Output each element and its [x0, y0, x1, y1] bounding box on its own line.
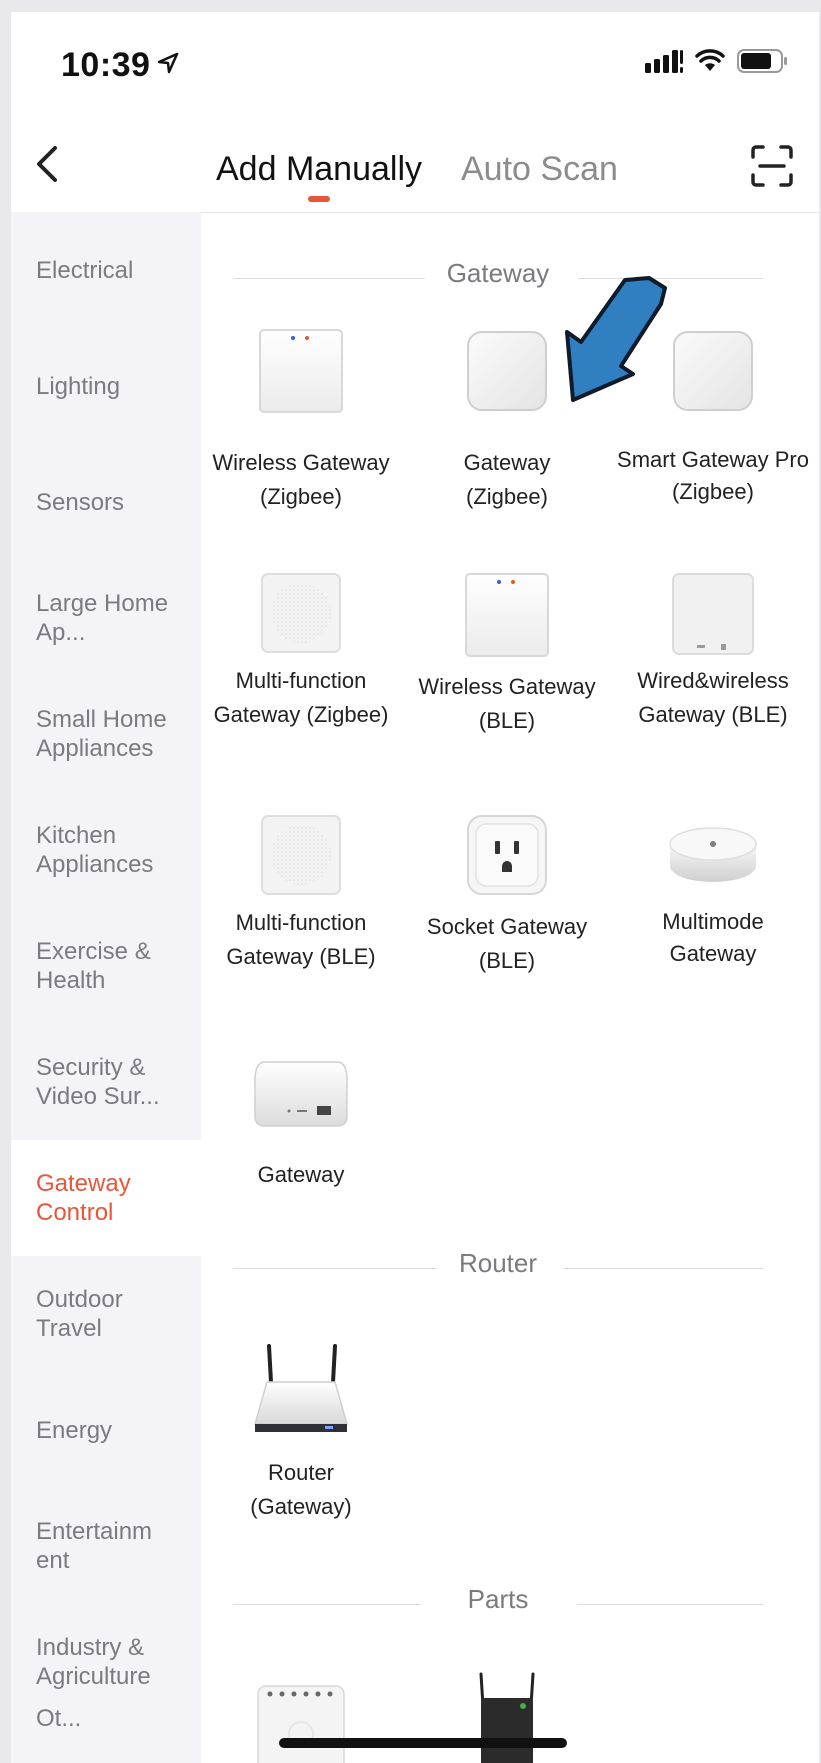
device-label-tile: Multi-function Gateway (BLE) — [201, 906, 401, 1016]
device-label-tile: Wireless Gateway (Zigbee) — [201, 446, 401, 526]
device-label-tile: Wired&wireless Gateway (BLE) — [613, 664, 813, 774]
sidebar-item-sensors[interactable]: Sensors — [11, 444, 201, 560]
device-name: Gateway — [257, 1162, 345, 1187]
sidebar-item-gateway-control[interactable]: Gateway Control — [11, 1140, 201, 1256]
device-label-tile: Socket Gateway (BLE) — [407, 910, 607, 990]
device-tile[interactable] — [613, 572, 813, 672]
device-label-tile: Smart Gateway Pro (Zigbee) — [613, 444, 813, 508]
sidebar-item-industry-agriculture[interactable]: Industry & Agriculture — [11, 1604, 201, 1720]
device-name: Multi-function Gateway (BLE) — [226, 910, 376, 969]
sidebar-item-small-home-appliances[interactable]: Small Home Appliances — [11, 676, 201, 792]
speaker-gateway-icon — [261, 815, 341, 895]
device-tile[interactable] — [201, 1684, 401, 1763]
rounded-gateway-icon — [673, 331, 753, 411]
speaker-gateway-icon — [261, 573, 341, 653]
device-name: Multimode Gateway (BLE+Zigbee) — [662, 909, 764, 966]
device-tile[interactable] — [201, 1344, 401, 1444]
sidebar-item-security-video[interactable]: Security & Video Sur... — [11, 1024, 201, 1140]
device-tile[interactable] — [613, 814, 813, 914]
device-label-tile: Router (Gateway) — [201, 1456, 401, 1536]
tab-auto-scan[interactable]: Auto Scan — [461, 150, 618, 189]
sidebar-item-energy[interactable]: Energy — [11, 1372, 201, 1488]
zigbee-gateway-icon — [465, 573, 549, 657]
phone-screen: 10:39 Add Manually Auto Scan Electrical … — [11, 12, 819, 1763]
sidebar-item-outdoor-travel[interactable]: Outdoor Travel — [11, 1256, 201, 1372]
back-chevron-icon[interactable] — [29, 144, 69, 184]
device-name: Multi-function Gateway (Zigbee) — [213, 668, 389, 727]
puck-gateway-icon — [669, 827, 757, 882]
battery-icon — [737, 49, 787, 73]
device-name: Router (Gateway) — [250, 1460, 352, 1519]
active-tab-indicator — [308, 196, 330, 202]
section-header-parts: Parts — [233, 1584, 763, 1624]
device-label-tile: Wireless Gateway (BLE) — [407, 670, 607, 750]
sidebar-item-entertainment[interactable]: Entertainm ent — [11, 1488, 201, 1604]
sidebar-item-kitchen-appliances[interactable]: Kitchen Appliances — [11, 792, 201, 908]
sidebar-item-lighting[interactable]: Lighting — [11, 328, 201, 444]
device-name: Gateway (Zigbee) — [463, 450, 551, 509]
router-icon — [254, 1344, 348, 1432]
sidebar-item-exercise-health[interactable]: Exercise & Health — [11, 908, 201, 1024]
section-title-router: Router — [458, 1248, 538, 1278]
device-label-tile: Multi-function Gateway (Zigbee) — [201, 664, 401, 774]
section-header-router: Router — [233, 1248, 763, 1288]
rounded-gateway-icon — [467, 331, 547, 411]
device-name: Smart Gateway Pro (Zigbee) — [617, 447, 809, 504]
annotation-arrow-icon — [565, 276, 667, 402]
tab-add-manually[interactable]: Add Manually — [216, 150, 422, 189]
device-list: Gateway Wireless Gateway (Zigbee) Gatewa… — [201, 212, 819, 1763]
sidebar-item-other[interactable]: Ot... — [11, 1704, 201, 1763]
device-name: Wired&wireless Gateway (BLE) — [637, 668, 789, 727]
device-label-tile: Gateway — [201, 1158, 401, 1198]
device-tile[interactable] — [407, 1672, 607, 1763]
location-arrow-icon — [157, 52, 179, 74]
socket-gateway-icon — [467, 815, 547, 895]
device-name: Wireless Gateway (BLE) — [418, 674, 596, 733]
range-extender-icon — [479, 1672, 535, 1763]
device-label-tile: Multimode Gateway (BLE+Zigbee) — [613, 906, 813, 970]
device-tile[interactable] — [201, 572, 401, 672]
wifi-icon — [695, 49, 725, 71]
status-icons — [645, 48, 789, 74]
category-sidebar: Electrical Lighting Sensors Large Home A… — [11, 212, 201, 1763]
wired-gateway-icon — [672, 573, 754, 655]
sidebar-item-electrical[interactable]: Electrical — [11, 212, 201, 328]
section-header-gateway: Gateway — [233, 258, 763, 298]
hub-gateway-icon — [254, 1061, 348, 1127]
device-name: Wireless Gateway (Zigbee) — [212, 450, 390, 509]
section-title-parts: Parts — [467, 1584, 529, 1614]
section-title-gateway: Gateway — [446, 258, 550, 288]
home-indicator — [279, 1738, 567, 1748]
status-time: 10:39 — [61, 46, 151, 84]
status-bar: 10:39 — [11, 12, 819, 122]
scan-qr-icon[interactable] — [750, 144, 794, 188]
relay-module-icon — [257, 1685, 345, 1763]
device-tile[interactable] — [201, 814, 401, 914]
cellular-signal-icon — [645, 50, 683, 73]
zigbee-gateway-icon — [259, 329, 343, 413]
device-tile[interactable] — [201, 1060, 401, 1150]
device-tile[interactable] — [407, 814, 607, 914]
top-navigation-bar: Add Manually Auto Scan — [11, 122, 819, 213]
device-name: Socket Gateway (BLE) — [426, 914, 588, 973]
device-label-tile: Gateway (Zigbee) — [407, 446, 607, 526]
device-tile[interactable] — [407, 572, 607, 672]
sidebar-item-large-home-appliances[interactable]: Large Home Ap... — [11, 560, 201, 676]
